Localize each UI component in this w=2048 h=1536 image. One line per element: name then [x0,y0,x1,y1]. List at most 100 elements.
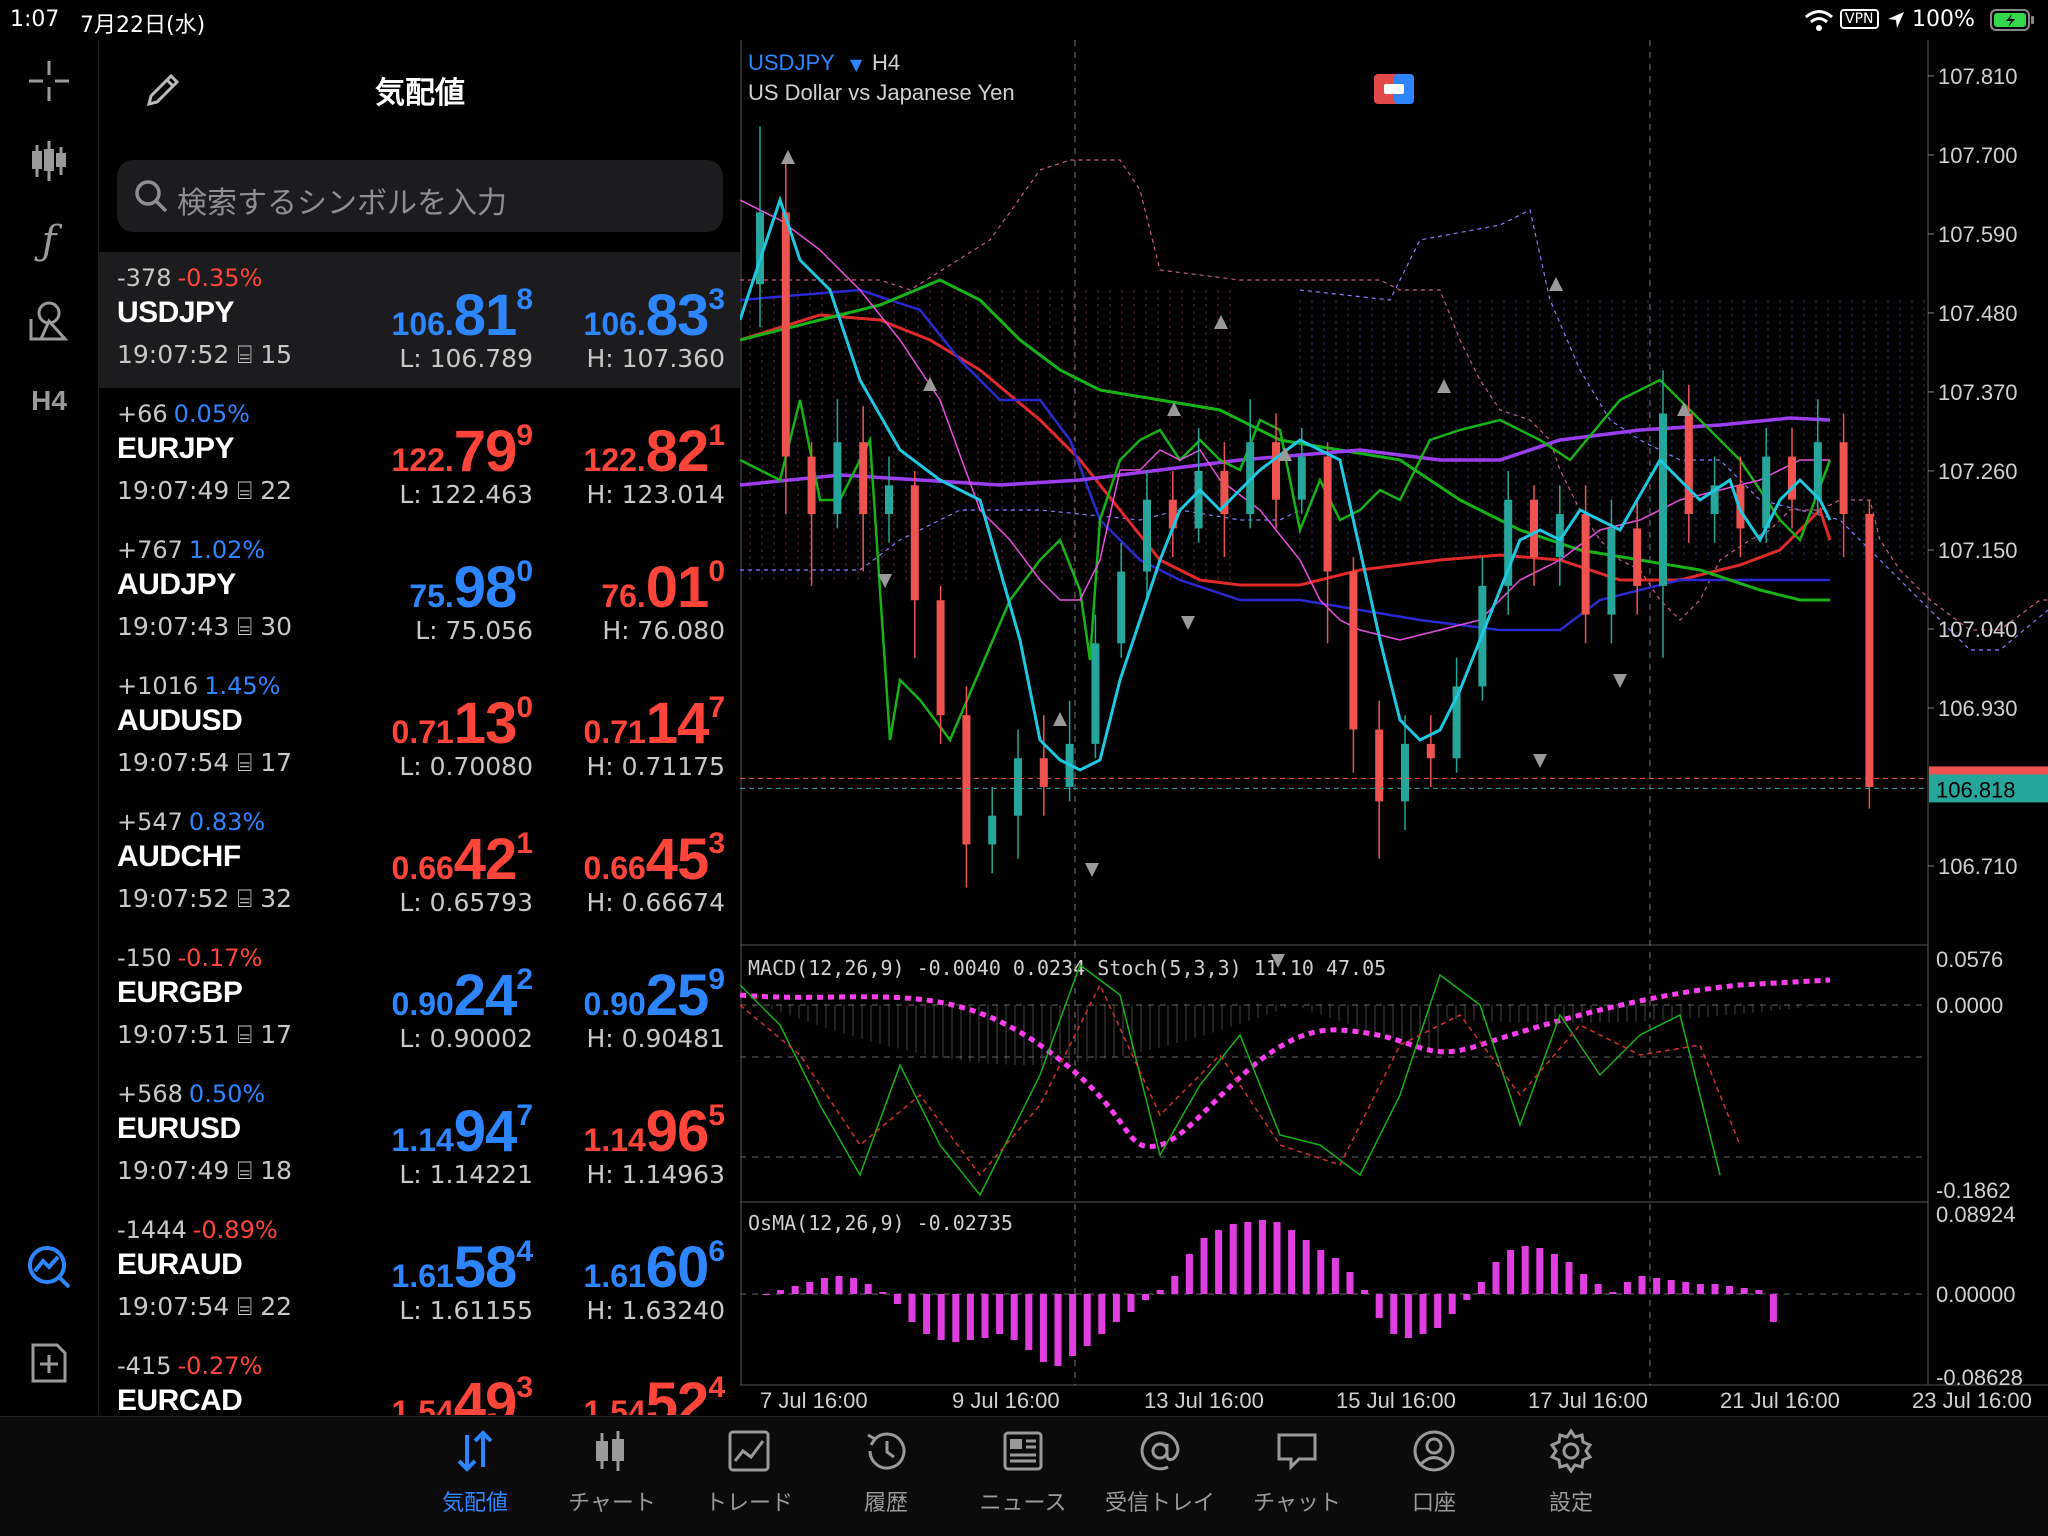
quote-row-eurjpy[interactable]: +66 0.05% EURJPY 19:07:49 ⌸ 22 122.799 12… [99,388,740,524]
osma-bar [981,1294,989,1338]
quote-time: 19:07:52 ⌸ 15 [117,340,293,369]
candle-body [1839,442,1848,515]
price-tick-label: 107.480 [1938,301,2018,326]
osma-bar [1594,1284,1602,1294]
fractal-arrow [1613,674,1627,688]
status-time: 1:07 [10,7,60,32]
osma-bar [1331,1258,1339,1294]
price-tick-label: 107.700 [1938,143,2018,168]
candle-body [962,715,971,845]
tab-mailbox[interactable]: 受信トレイ [1095,1427,1225,1517]
bid-price[interactable]: 122.799 [392,418,533,485]
symbol-name: EURUSD [117,1112,241,1145]
ask-price[interactable]: 0.71147 [584,690,725,757]
ask-price[interactable]: 1.14965 [584,1098,725,1165]
tab-history-label: 履歴 [863,1491,908,1516]
osma-bar [1317,1250,1325,1294]
bid-price[interactable]: 75.980 [409,554,533,621]
battery-percent: 100% [1912,7,1975,32]
crosshair-tool-button[interactable] [26,58,72,104]
chart-type-button[interactable] [26,138,72,184]
quote-row-eurcad[interactable]: -415 -0.27% EURCAD 1.54493 1.54524 [99,1340,740,1415]
high-price: H: 0.71175 [586,752,725,781]
quote-row-eurusd[interactable]: +568 0.50% EURUSD 19:07:49 ⌸ 18 1.14947 1… [99,1068,740,1204]
osma-bar [996,1294,1004,1334]
quote-row-usdjpy[interactable]: -378 -0.35% USDJPY 19:07:52 ⌸ 15 106.818 … [99,252,740,388]
ask-price[interactable]: 0.90259 [584,962,725,1029]
tab-chart[interactable]: チャート [547,1427,677,1517]
indicators-button[interactable]: ƒ [26,218,72,264]
osma-bar [1273,1222,1281,1294]
status-bar: 1:07 7月22日(水) VPN 100% [0,0,2048,40]
time-tick-label: 23 Jul 16:00 [1912,1388,2032,1413]
timeframe-button[interactable]: H4 [26,378,72,424]
fractal-arrow [1085,863,1099,877]
osma-tick-label: 0.00000 [1936,1282,2016,1307]
tab-accounts-label: 口座 [1411,1491,1456,1516]
osma-bar [1375,1294,1383,1318]
bid-price[interactable]: 1.14947 [392,1098,533,1165]
change-percent: -0.35% [177,264,263,292]
candle-body [1143,499,1151,572]
tab-accounts[interactable]: 口座 [1369,1427,1499,1517]
osma-bar [791,1286,799,1294]
quote-row-eurgbp[interactable]: -150 -0.17% EURGBP 19:07:51 ⌸ 17 0.90242 … [99,932,740,1068]
spread-icon: ⌸ [237,612,253,641]
tab-quotes[interactable]: 気配値 [410,1427,540,1517]
gear-icon [1549,1428,1593,1474]
quote-row-euraud[interactable]: -1444 -0.89% EURAUD 19:07:54 ⌸ 22 1.61584… [99,1204,740,1340]
bid-price[interactable]: 0.90242 [392,962,533,1029]
chart-description: US Dollar vs Japanese Yen [748,80,1015,105]
ask-price[interactable]: 106.833 [584,282,725,349]
tab-trade[interactable]: トレード [684,1427,814,1517]
ask-price[interactable]: 0.66453 [584,826,725,893]
tab-settings-label: 設定 [1548,1491,1593,1516]
symbol-search-input[interactable]: 検索するシンボルを入力 [117,160,723,232]
at-sign-icon [1140,1431,1180,1471]
trading-signals-button[interactable] [26,1244,72,1290]
tab-settings[interactable]: 設定 [1506,1427,1636,1517]
osma-bar [864,1284,872,1294]
tab-chat[interactable]: チャット [1232,1427,1362,1517]
chart-area[interactable]: 106.818 107.810 107.700 107.590 107.480 107.3… [738,40,2048,1415]
change-percent: -0.89% [192,1216,278,1244]
candle-body [988,815,997,845]
price-tick-label: 106.930 [1938,696,2018,721]
tab-history[interactable]: 履歴 [821,1427,951,1517]
osma-bar [1682,1282,1690,1294]
tab-news[interactable]: ニュース [958,1427,1088,1517]
ask-price[interactable]: 76.010 [601,554,725,621]
bid-price[interactable]: 0.66421 [392,826,533,893]
ask-price[interactable]: 1.61606 [584,1234,725,1301]
price-chart[interactable]: 106.818 107.810 107.700 107.590 107.480 107.3… [738,40,2048,1415]
spread-value: 15 [260,340,293,369]
bid-price[interactable]: 1.61584 [392,1234,533,1301]
spread-value: 18 [260,1156,293,1185]
candle-body [1272,442,1280,500]
candle-body [1530,499,1538,558]
high-price: H: 0.90481 [586,1024,725,1053]
ask-price[interactable]: 1.54524 [584,1370,725,1415]
candle-body [1426,743,1435,759]
osma-bar [1185,1254,1193,1294]
symbol-name: EURJPY [117,432,235,465]
new-order-button[interactable] [26,1340,72,1386]
high-price: H: 123.014 [586,480,725,509]
location-icon [1888,12,1904,28]
bid-price[interactable]: 0.71130 [392,690,533,757]
bid-price[interactable]: 1.54493 [392,1370,533,1415]
candle-body [1039,758,1048,787]
objects-button[interactable] [26,298,72,344]
time-tick-label: 17 Jul 16:00 [1528,1388,1648,1413]
osma-bar [1171,1276,1179,1294]
osma-bar [1521,1246,1529,1294]
osma-bar [1156,1290,1164,1294]
osma-bar [1696,1284,1704,1294]
bid-price[interactable]: 106.818 [392,282,533,349]
quote-row-audjpy[interactable]: +767 1.02% AUDJPY 19:07:43 ⌸ 30 75.980 76… [99,524,740,660]
ask-price[interactable]: 122.821 [584,418,725,485]
quote-row-audchf[interactable]: +547 0.83% AUDCHF 19:07:52 ⌸ 32 0.66421 0… [99,796,740,932]
osma-bar [1711,1284,1719,1294]
quote-time: 19:07:49 ⌸ 22 [117,476,293,505]
quote-row-audusd[interactable]: +1016 1.45% AUDUSD 19:07:54 ⌸ 17 0.71130 … [99,660,740,796]
